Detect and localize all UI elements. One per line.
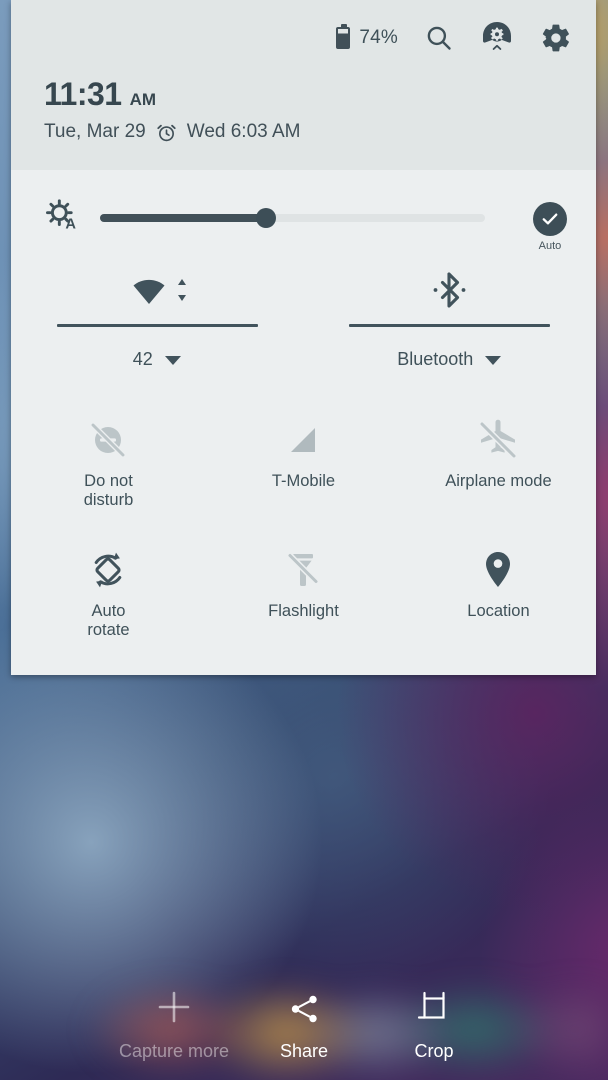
bluetooth-icon-wrap [304,262,597,318]
bluetooth-icon [430,270,470,310]
wifi-divider [56,324,258,327]
auto-brightness-label: Auto [538,240,562,252]
tile-airplane-mode[interactable]: Airplane mode [401,412,596,542]
mobile-signal-icon [282,412,324,468]
bluetooth-label-row[interactable]: Bluetooth [304,349,597,370]
auto-rotate-icon [86,542,130,598]
bluetooth-divider [349,324,551,327]
auto-brightness-icon[interactable]: A [42,196,82,241]
clock-and-date-block[interactable]: 11:31 AM Tue, Mar 29 Wed 6:03 AM [44,76,300,143]
connectivity-row: 42 Bluetooth [11,262,596,382]
tile-label: Do not disturb [83,472,134,509]
battery-status: 74% [336,24,398,49]
auto-brightness-toggle[interactable]: Auto [533,202,567,252]
quick-settings-gear-badge-icon[interactable] [480,20,514,56]
tile-auto-rotate[interactable]: Auto rotate [11,542,206,672]
slider-thumb[interactable] [255,208,276,228]
quick-settings-panel: 74% 11:31 AM Tue, Mar 29 Wed 6:03 AM A A… [11,0,596,675]
tile-label: T-Mobile [271,472,336,490]
crop-button[interactable]: Crop [369,989,499,1062]
flashlight-off-icon [282,542,324,598]
capture-more-label: Capture more [118,1041,230,1061]
check-circle-icon [533,202,567,236]
share-button[interactable]: Share [239,991,369,1062]
brightness-slider[interactable] [100,208,485,228]
crop-icon [415,989,453,1027]
wifi-icon [127,273,171,307]
alarm-clock-icon [156,122,177,143]
time-line: 11:31 AM [44,76,300,113]
tile-mobile-network[interactable]: T-Mobile [206,412,401,542]
date-line: Tue, Mar 29 Wed 6:03 AM [44,121,300,143]
date-label: Tue, Mar 29 [44,121,146,142]
gear-icon[interactable] [540,22,572,54]
bluetooth-tile[interactable]: Bluetooth [304,262,597,382]
battery-percent-label: 74% [359,27,398,48]
capture-more-button[interactable]: Capture more [109,987,239,1062]
status-icon-row: 74% [336,20,572,56]
screenshot-action-bar: Capture more Share Crop [0,987,608,1062]
bluetooth-label: Bluetooth [397,349,474,369]
crop-label: Crop [414,1041,454,1061]
wifi-icon-wrap [11,262,304,318]
svg-text:A: A [65,217,76,233]
plus-icon [154,987,194,1027]
brightness-row: A Auto [11,190,596,252]
wifi-label: 42 [132,349,153,369]
alarm-time-label: Wed 6:03 AM [186,121,301,142]
quick-toggle-grid: Do not disturb T-Mobile Airplane mode Au… [11,412,596,672]
slider-fill [100,214,266,222]
data-activity-arrows-icon [176,276,188,304]
tile-do-not-disturb[interactable]: Do not disturb [11,412,206,542]
search-icon[interactable] [424,23,454,53]
tile-label: Flashlight [268,602,339,620]
chevron-down-icon[interactable] [164,354,182,366]
tile-label: Auto rotate [87,602,130,639]
clock-ampm: AM [129,90,157,109]
airplane-mode-off-icon [475,412,521,468]
wifi-tile[interactable]: 42 [11,262,304,382]
tile-flashlight[interactable]: Flashlight [206,542,401,672]
quick-settings-header: 74% 11:31 AM Tue, Mar 29 Wed 6:03 AM [11,0,596,170]
share-label: Share [279,1041,329,1061]
wifi-label-row[interactable]: 42 [11,349,304,370]
battery-icon [336,24,351,49]
share-icon [286,991,322,1027]
location-pin-icon [480,542,516,598]
tile-label: Location [467,602,530,620]
chevron-down-icon[interactable] [484,354,502,366]
tile-location[interactable]: Location [401,542,596,672]
clock-time: 11:31 [44,76,122,112]
do-not-disturb-icon [86,412,130,468]
tile-label: Airplane mode [445,472,552,490]
